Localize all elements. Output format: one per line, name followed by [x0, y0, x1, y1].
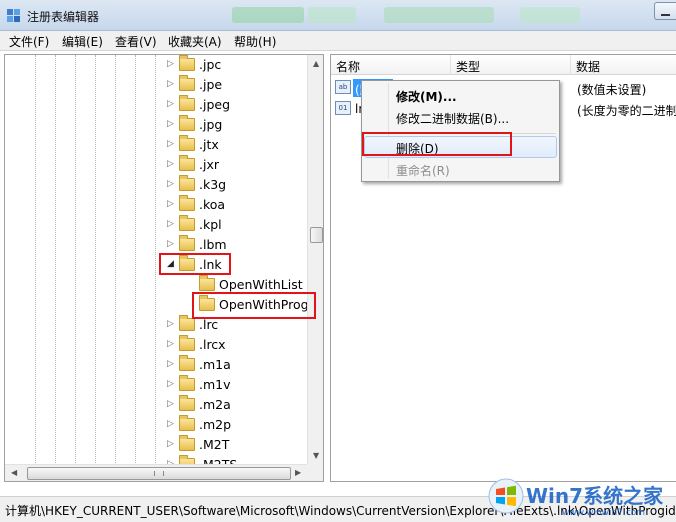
- value-data: (长度为零的二进制: [577, 104, 676, 118]
- folder-icon: [179, 335, 195, 351]
- folder-icon: [179, 95, 195, 111]
- column-header-data[interactable]: 数据: [571, 55, 676, 75]
- expand-arrow-icon[interactable]: ▷: [167, 379, 174, 389]
- folder-icon: [179, 135, 195, 151]
- highlight-box-delete: [362, 132, 512, 156]
- menu-item-modify-binary[interactable]: 修改二进制数据(B)...: [396, 110, 509, 127]
- folder-icon: [179, 195, 195, 211]
- expand-arrow-icon[interactable]: ▷: [167, 79, 174, 89]
- context-menu: 修改(M)... 修改二进制数据(B)... 删除(D) 重命名(R): [361, 80, 560, 182]
- highlight-box-openwithprog: [192, 292, 316, 319]
- folder-icon: [179, 315, 195, 331]
- folder-icon: [179, 375, 195, 391]
- folder-icon: [179, 215, 195, 231]
- expand-arrow-icon[interactable]: ▷: [167, 239, 174, 249]
- expand-arrow-icon[interactable]: ▷: [167, 359, 174, 369]
- folder-icon: [179, 115, 195, 131]
- menu-favorites[interactable]: 收藏夹(A): [168, 33, 222, 50]
- expand-arrow-icon[interactable]: ▷: [167, 159, 174, 169]
- expand-arrow-icon[interactable]: ▷: [167, 419, 174, 429]
- expand-arrow-icon[interactable]: ▷: [167, 199, 174, 209]
- highlight-box-lnk: [159, 253, 231, 275]
- expand-arrow-icon[interactable]: ▷: [167, 319, 174, 329]
- scroll-right-icon[interactable]: ▶: [295, 468, 301, 477]
- registry-path: 计算机\HKEY_CURRENT_USER\Software\Microsoft…: [5, 504, 676, 518]
- string-value-icon: ab: [335, 80, 351, 94]
- regedit-icon: [7, 9, 20, 22]
- minimize-button[interactable]: [654, 2, 676, 20]
- scroll-up-icon[interactable]: ▲: [313, 59, 319, 68]
- blurred-overlay: [384, 7, 494, 23]
- expand-arrow-icon[interactable]: ▷: [167, 99, 174, 109]
- menu-view[interactable]: 查看(V): [115, 33, 157, 50]
- expand-arrow-icon[interactable]: ▷: [167, 399, 174, 409]
- blurred-overlay: [520, 7, 580, 23]
- menu-item-modify[interactable]: 修改(M)...: [396, 88, 457, 105]
- folder-icon: [179, 355, 195, 371]
- binary-value-icon: 01: [335, 101, 351, 115]
- scroll-left-icon[interactable]: ◀: [11, 468, 17, 477]
- tree-horizontal-scrollbar[interactable]: ◀ ▶: [5, 464, 307, 481]
- scroll-down-icon[interactable]: ▼: [313, 451, 319, 460]
- blurred-overlay: [308, 7, 356, 23]
- expand-arrow-icon[interactable]: ▷: [167, 139, 174, 149]
- expand-arrow-icon[interactable]: ▷: [167, 339, 174, 349]
- folder-icon: [179, 55, 195, 71]
- expand-arrow-icon[interactable]: ▷: [167, 119, 174, 129]
- folder-icon: [179, 75, 195, 91]
- window-title: 注册表编辑器: [27, 10, 100, 24]
- folder-icon: [179, 175, 195, 191]
- menu-file[interactable]: 文件(F): [9, 33, 49, 50]
- column-header-type[interactable]: 类型: [451, 55, 571, 75]
- folder-icon: [179, 155, 195, 171]
- status-bar: 计算机\HKEY_CURRENT_USER\Software\Microsoft…: [0, 496, 676, 522]
- expand-arrow-icon[interactable]: ▷: [167, 179, 174, 189]
- scroll-thumb[interactable]: [27, 467, 291, 480]
- menu-item-rename[interactable]: 重命名(R): [396, 162, 450, 179]
- column-header-name[interactable]: 名称: [331, 55, 451, 75]
- expand-arrow-icon[interactable]: ▷: [167, 219, 174, 229]
- blurred-overlay: [232, 7, 304, 23]
- menu-bar: 文件(F) 编辑(E) 查看(V) 收藏夹(A) 帮助(H): [0, 31, 676, 51]
- tree-vertical-scrollbar[interactable]: ▲ ▼: [307, 55, 323, 464]
- folder-icon: [199, 275, 215, 291]
- title-bar: 注册表编辑器: [0, 0, 676, 31]
- menu-help[interactable]: 帮助(H): [234, 33, 276, 50]
- menu-edit[interactable]: 编辑(E): [62, 33, 103, 50]
- expand-arrow-icon[interactable]: ▷: [167, 439, 174, 449]
- scroll-thumb[interactable]: [310, 227, 323, 243]
- folder-icon: [179, 235, 195, 251]
- folder-icon: [179, 415, 195, 431]
- expand-arrow-icon[interactable]: ▷: [167, 59, 174, 69]
- value-data: (数值未设置): [577, 83, 647, 97]
- folder-icon: [179, 435, 195, 451]
- folder-icon: [179, 395, 195, 411]
